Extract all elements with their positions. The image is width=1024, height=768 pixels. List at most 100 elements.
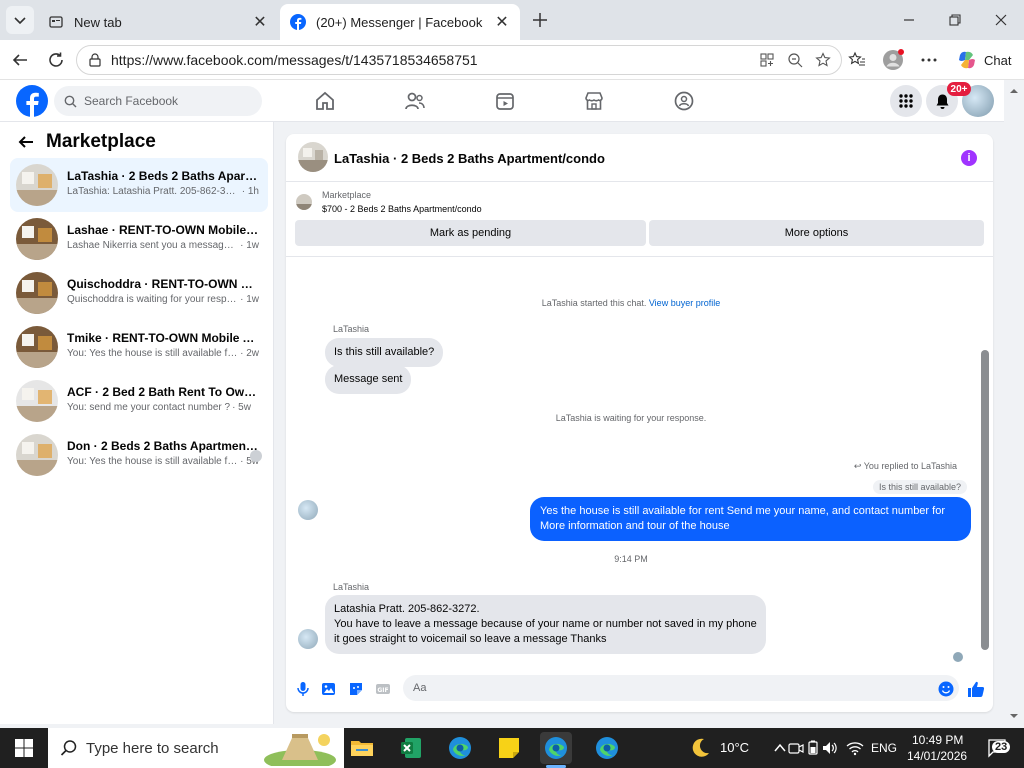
zoom-icon[interactable]	[785, 50, 805, 70]
nav-home[interactable]	[312, 88, 338, 114]
more-options-button[interactable]: More options	[649, 220, 984, 246]
taskbar-sticky-notes[interactable]	[493, 732, 525, 764]
search-icon	[62, 93, 78, 109]
message-input[interactable]: Aa	[403, 675, 959, 701]
close-icon	[995, 14, 1007, 26]
settings-more-button[interactable]	[917, 48, 941, 72]
weather-widget-icon[interactable]	[684, 732, 716, 764]
nav-friends[interactable]	[402, 88, 428, 114]
site-info-icon[interactable]	[87, 52, 103, 68]
taskbar-edge-2[interactable]	[591, 732, 623, 764]
excel-icon	[401, 738, 421, 758]
meet-now-icon[interactable]	[786, 732, 806, 764]
outgoing-message[interactable]: Yes the house is still available for ren…	[530, 497, 971, 541]
tab-new-tab[interactable]: New tab ✕	[38, 4, 278, 40]
favorites-button[interactable]	[845, 48, 869, 72]
home-icon	[316, 91, 334, 110]
restore-button[interactable]	[943, 8, 967, 32]
weather-temperature[interactable]: 10°C	[720, 740, 749, 755]
mark-as-pending-button[interactable]: Mark as pending	[295, 220, 646, 246]
quoted-message[interactable]: Is this still available?	[872, 480, 967, 494]
conversation-name: Tmike · RENT-TO-OWN Mobile AL Home	[67, 331, 259, 345]
conversation-name: Lashae · RENT-TO-OWN Mobile AL Home	[67, 223, 259, 237]
new-tab-button[interactable]	[528, 8, 552, 32]
favorite-star-icon[interactable]	[813, 50, 833, 70]
menu-button[interactable]	[890, 85, 922, 117]
scroll-down-icon[interactable]	[1006, 712, 1022, 722]
photo-icon[interactable]	[320, 680, 338, 698]
incoming-message[interactable]: Message sent	[325, 365, 412, 394]
scrollbar-thumb[interactable]	[981, 350, 989, 650]
wifi-icon[interactable]	[844, 732, 866, 764]
facebook-search-input[interactable]: Search Facebook	[54, 86, 262, 116]
sender-avatar[interactable]	[298, 629, 318, 649]
taskbar-search-input[interactable]: Type here to search	[48, 728, 344, 768]
sticker-icon[interactable]	[347, 680, 365, 698]
marketplace-icon	[585, 92, 603, 110]
language-indicator[interactable]: ENG	[871, 741, 897, 755]
clock-time[interactable]: 10:49 PM	[912, 733, 963, 747]
taskbar-edge-active[interactable]	[540, 732, 572, 764]
view-buyer-profile-link[interactable]: View buyer profile	[649, 298, 720, 308]
info-icon[interactable]: i	[961, 150, 977, 166]
start-button[interactable]	[8, 732, 40, 764]
copilot-chat-button[interactable]: Chat	[950, 45, 1020, 75]
facebook-logo-icon[interactable]	[16, 85, 48, 117]
app-available-icon[interactable]	[757, 50, 777, 70]
chat-scrollbar[interactable]	[981, 262, 989, 662]
conversation-item[interactable]: LaTashia · 2 Beds 2 Baths Apartment/cond…	[10, 158, 268, 212]
incoming-message[interactable]: Latashia Pratt. 205-862-3272. You have t…	[325, 595, 766, 654]
more-horizontal-icon	[921, 58, 937, 62]
tab-messenger[interactable]: (20+) Messenger | Facebook ✕	[280, 4, 520, 40]
conversation-item[interactable]: Tmike · RENT-TO-OWN Mobile AL Home You: Y…	[10, 320, 268, 374]
listing-thumbnail	[16, 164, 58, 206]
sender-avatar[interactable]	[298, 500, 318, 520]
conversation-item[interactable]: Quischoddra · RENT-TO-OWN Mobile AL Home…	[10, 266, 268, 320]
conversation-item[interactable]: Lashae · RENT-TO-OWN Mobile AL Home Lasha…	[10, 212, 268, 266]
tab-actions-menu[interactable]	[6, 6, 34, 34]
edge-icon	[449, 737, 471, 759]
composer-placeholder: Aa	[413, 682, 427, 694]
profile-avatar-icon	[883, 49, 904, 70]
nav-video[interactable]	[492, 88, 518, 114]
listing-thumbnail[interactable]	[298, 142, 328, 172]
microphone-icon[interactable]	[294, 680, 312, 698]
sidebar-title-text: Marketplace	[46, 131, 156, 152]
facebook-header: Search Facebook	[0, 80, 1004, 122]
incoming-message[interactable]: Is this still available?	[325, 338, 444, 367]
gif-icon[interactable]: GIF	[374, 680, 392, 698]
volume-icon[interactable]	[820, 732, 840, 764]
conversation-preview: Lashae Nikerria sent you a message about…	[67, 240, 259, 251]
conversation-item[interactable]: Don · 2 Beds 2 Baths Apartment/condo You:…	[10, 428, 268, 482]
taskbar-file-explorer[interactable]	[346, 732, 378, 764]
conversation-item[interactable]: ACF · 2 Bed 2 Bath Rent To Own Apartment…	[10, 374, 268, 428]
clock-date[interactable]: 14/01/2026	[907, 749, 967, 763]
nav-groups[interactable]	[671, 88, 697, 114]
minimize-button[interactable]	[897, 8, 921, 32]
emoji-icon[interactable]	[937, 680, 955, 698]
taskbar-excel[interactable]	[395, 732, 427, 764]
page-scrollbar[interactable]	[1006, 82, 1022, 722]
moon-icon	[692, 738, 709, 757]
reply-indicator: ↩ You replied to LaTashia	[853, 461, 957, 471]
marketplace-label: Marketplace	[322, 190, 372, 200]
nav-marketplace[interactable]	[581, 88, 607, 114]
listing-title[interactable]: $700 - 2 Beds 2 Baths Apartment/condo	[322, 204, 482, 214]
refresh-button[interactable]	[44, 48, 68, 72]
conversation-name: Don · 2 Beds 2 Baths Apartment/condo	[67, 439, 259, 453]
tab-title: New tab	[74, 14, 122, 30]
chat-label: Chat	[984, 52, 1012, 68]
thumbs-up-icon[interactable]	[967, 680, 985, 698]
profile-button[interactable]	[881, 48, 905, 72]
chat-title[interactable]: LaTashia · 2 Beds 2 Baths Apartment/cond…	[334, 151, 605, 166]
close-icon[interactable]: ✕	[252, 14, 268, 31]
url-bar[interactable]: https://www.facebook.com/messages/t/1435…	[76, 45, 842, 75]
window-close-button[interactable]	[989, 8, 1013, 32]
listing-thumbnail	[16, 380, 58, 422]
scroll-up-icon[interactable]	[1006, 85, 1022, 95]
arrow-left-icon[interactable]	[16, 132, 36, 152]
close-icon[interactable]: ✕	[494, 14, 510, 31]
taskbar-edge-1[interactable]	[444, 732, 476, 764]
facebook-icon	[290, 14, 306, 30]
back-button[interactable]	[8, 48, 32, 72]
